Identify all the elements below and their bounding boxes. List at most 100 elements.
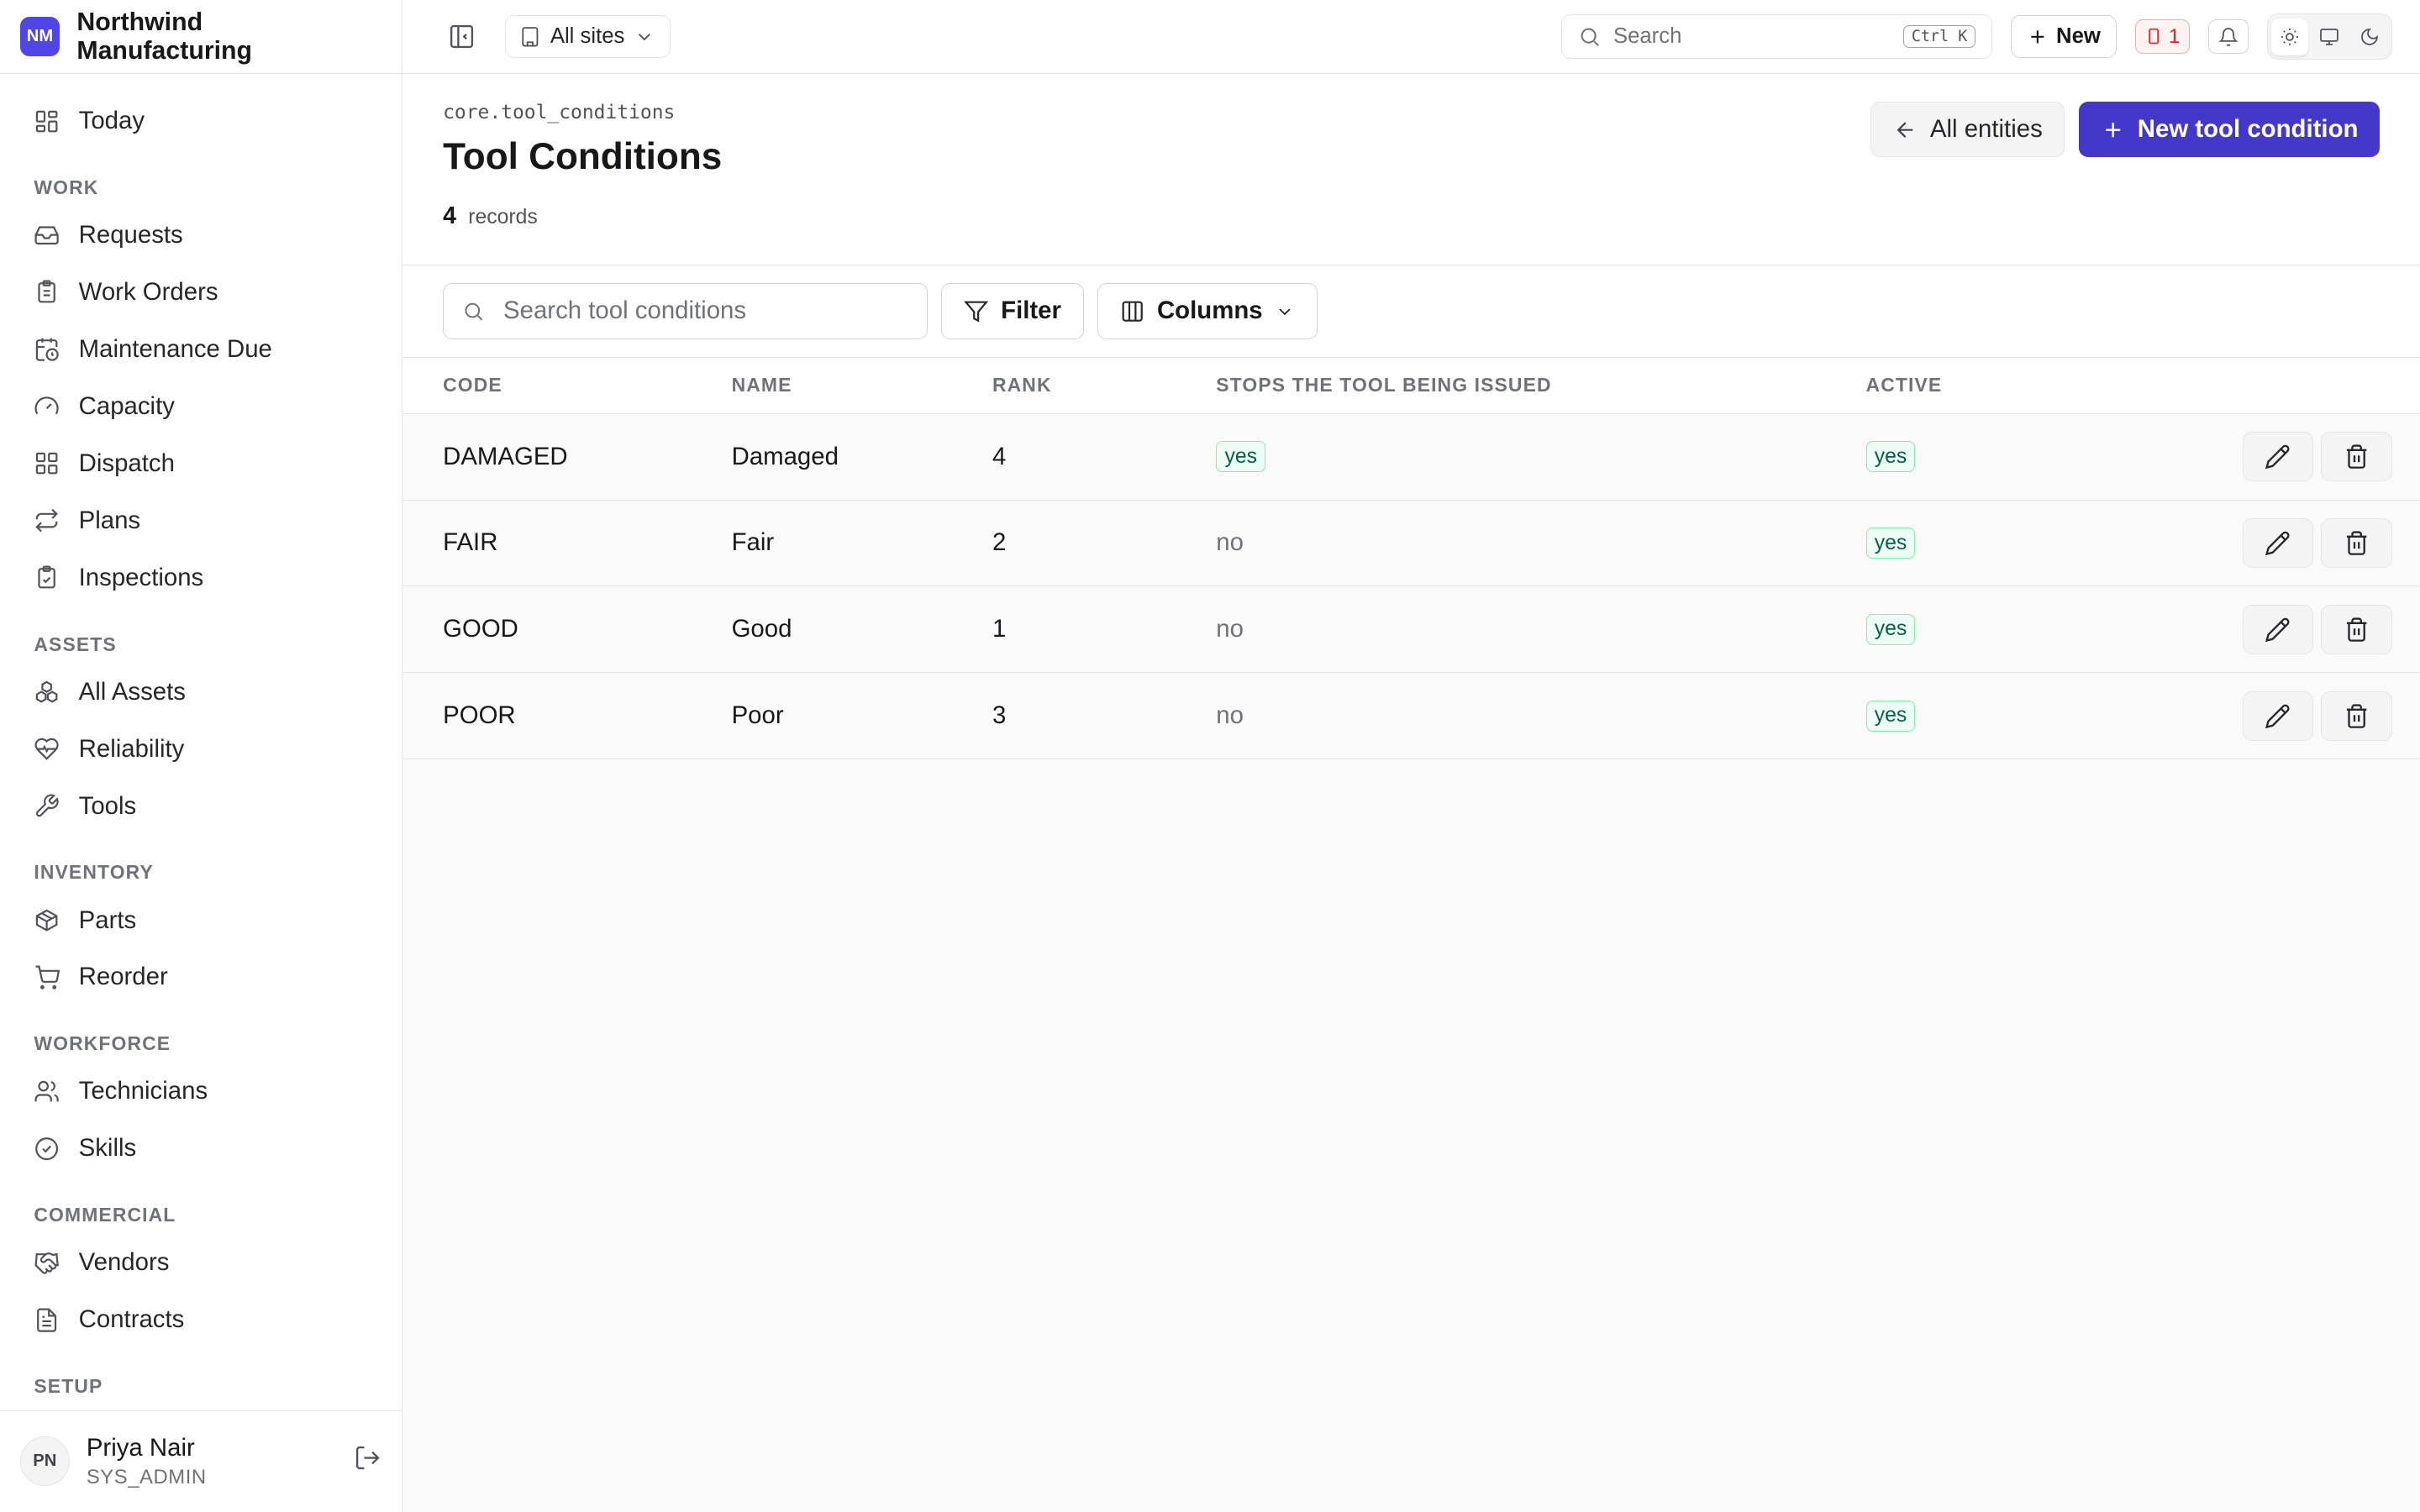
sidebar-item-label: Maintenance Due <box>78 334 272 363</box>
nav-section-work: WORK <box>34 176 99 198</box>
package-icon <box>36 909 58 932</box>
edit-button[interactable] <box>2242 432 2314 481</box>
avatar[interactable]: PN <box>19 1436 70 1487</box>
columns-button[interactable]: Columns <box>1097 282 1318 340</box>
sidebar-item-skills[interactable]: Skills <box>18 1120 383 1177</box>
theme-system-button[interactable] <box>2311 18 2348 55</box>
sidebar-item-reorder[interactable]: Reorder <box>18 948 383 1005</box>
sidebar-item-inspections[interactable]: Inspections <box>18 549 383 606</box>
cell-actions <box>2174 413 2420 501</box>
delete-button[interactable] <box>2321 690 2392 741</box>
row-actions <box>2175 690 2420 741</box>
alert-badge[interactable]: 1 <box>2135 19 2191 54</box>
new-button[interactable]: New <box>2010 14 2118 59</box>
sidebar-toggle-button[interactable] <box>439 15 482 58</box>
delete-button[interactable] <box>2321 518 2392 568</box>
new-tool-condition-label: New tool condition <box>2137 115 2359 144</box>
logout-button[interactable] <box>354 1444 381 1478</box>
delete-button[interactable] <box>2321 432 2392 481</box>
cell-active: yes <box>1865 672 2175 760</box>
edit-button[interactable] <box>2242 518 2314 568</box>
sidebar-item-capacity[interactable]: Capacity <box>18 378 383 435</box>
nav-section-workforce: WORKFORCE <box>34 1032 171 1055</box>
filter-label: Filter <box>1001 297 1061 325</box>
sidebar-item-plans[interactable]: Plans <box>18 492 383 549</box>
status-badge: yes <box>1865 441 1916 473</box>
new-button-label: New <box>2056 24 2101 49</box>
global-search-input[interactable]: Search Ctrl K <box>1561 13 1992 60</box>
sidebar-item-work-orders[interactable]: Work Orders <box>18 264 383 321</box>
pencil-icon <box>2265 444 2290 470</box>
cell-rank: 4 <box>992 413 1217 501</box>
sidebar-item-reliability[interactable]: Reliability <box>18 721 383 778</box>
column-header-stops-issue[interactable]: STOPS THE TOOL BEING ISSUED <box>1216 358 1866 414</box>
site-selector[interactable]: All sites <box>504 14 671 59</box>
sidebar-item-label: Contracts <box>78 1305 185 1334</box>
sidebar-item-tools[interactable]: Tools <box>18 778 383 835</box>
sidebar-item-today[interactable]: Today <box>18 92 383 150</box>
user-name: Priya Nair <box>86 1434 195 1462</box>
sidebar-item-label: Reorder <box>78 963 168 991</box>
all-entities-button[interactable]: All entities <box>1870 102 2065 158</box>
device-alert-icon <box>2149 29 2160 45</box>
cell-stops-issue: no <box>1216 500 1866 587</box>
sidebar-item-label: Tools <box>78 791 137 820</box>
grid-icon <box>36 453 58 475</box>
cell-name: Poor <box>731 672 992 760</box>
notifications-button[interactable] <box>2208 19 2249 54</box>
filter-icon <box>964 301 989 323</box>
sidebar-item-vendors[interactable]: Vendors <box>18 1234 383 1291</box>
column-header-active[interactable]: ACTIVE <box>1865 358 2175 414</box>
table-row[interactable]: GOOD Good 1 no yes <box>402 585 2420 674</box>
trash-icon <box>2346 444 2367 469</box>
record-count-value: 4 <box>443 202 456 230</box>
edit-button[interactable] <box>2242 690 2314 741</box>
edit-button[interactable] <box>2242 604 2314 654</box>
cell-actions <box>2174 672 2420 760</box>
status-badge: yes <box>1865 527 1916 559</box>
cell-name: Damaged <box>731 413 992 501</box>
cell-stops-issue: yes <box>1216 413 1866 501</box>
columns-label: Columns <box>1156 297 1263 325</box>
sidebar-item-contracts[interactable]: Contracts <box>18 1291 383 1348</box>
repeat-icon <box>35 509 59 533</box>
bell-icon <box>2218 27 2238 46</box>
cell-active: yes <box>1865 585 2175 674</box>
chevron-down-icon <box>639 33 651 41</box>
delete-button[interactable] <box>2321 604 2392 654</box>
sidebar-nav: Today WORK Requests Work Orders Maintena… <box>0 74 402 1410</box>
sidebar-item-dispatch[interactable]: Dispatch <box>18 435 383 492</box>
row-actions <box>2175 518 2420 568</box>
theme-light-button[interactable] <box>2270 18 2308 55</box>
table-search-input[interactable] <box>500 295 908 328</box>
table-row[interactable]: POOR Poor 3 no yes <box>402 672 2420 760</box>
record-count-label: records <box>468 206 538 229</box>
cell-code: POOR <box>402 672 732 760</box>
theme-dark-button[interactable] <box>2351 18 2388 55</box>
sidebar-item-technicians[interactable]: Technicians <box>18 1063 383 1120</box>
arrow-left-icon <box>1897 121 1913 138</box>
table-row[interactable]: DAMAGED Damaged 4 yes yes <box>402 413 2420 501</box>
file-text-icon <box>37 1308 57 1332</box>
sidebar-item-all-assets[interactable]: All Assets <box>18 664 383 721</box>
sidebar: NM Northwind Manufacturing Today WORK Re… <box>0 0 403 1512</box>
sidebar-item-label: All Assets <box>78 677 186 706</box>
cell-stops-issue: no <box>1216 585 1866 674</box>
brand[interactable]: NM Northwind Manufacturing <box>0 0 402 75</box>
cell-name: Fair <box>731 500 992 587</box>
sidebar-item-parts[interactable]: Parts <box>18 892 383 949</box>
sidebar-item-label: Dispatch <box>78 449 175 477</box>
chevron-down-icon <box>1279 307 1291 315</box>
filter-button[interactable]: Filter <box>941 282 1084 340</box>
search-icon <box>465 302 483 321</box>
column-header-code[interactable]: CODE <box>402 358 732 414</box>
nav-section-setup: SETUP <box>34 1374 103 1397</box>
table-row[interactable]: FAIR Fair 2 no yes <box>402 500 2420 587</box>
column-header-name[interactable]: NAME <box>731 358 992 414</box>
brand-name: Northwind Manufacturing <box>76 8 253 65</box>
sidebar-item-maintenance-due[interactable]: Maintenance Due <box>18 321 383 378</box>
calendar-clock-icon <box>36 338 60 362</box>
column-header-rank[interactable]: RANK <box>992 358 1217 414</box>
new-tool-condition-button[interactable]: New tool condition <box>2079 102 2381 158</box>
sidebar-item-requests[interactable]: Requests <box>18 207 383 264</box>
